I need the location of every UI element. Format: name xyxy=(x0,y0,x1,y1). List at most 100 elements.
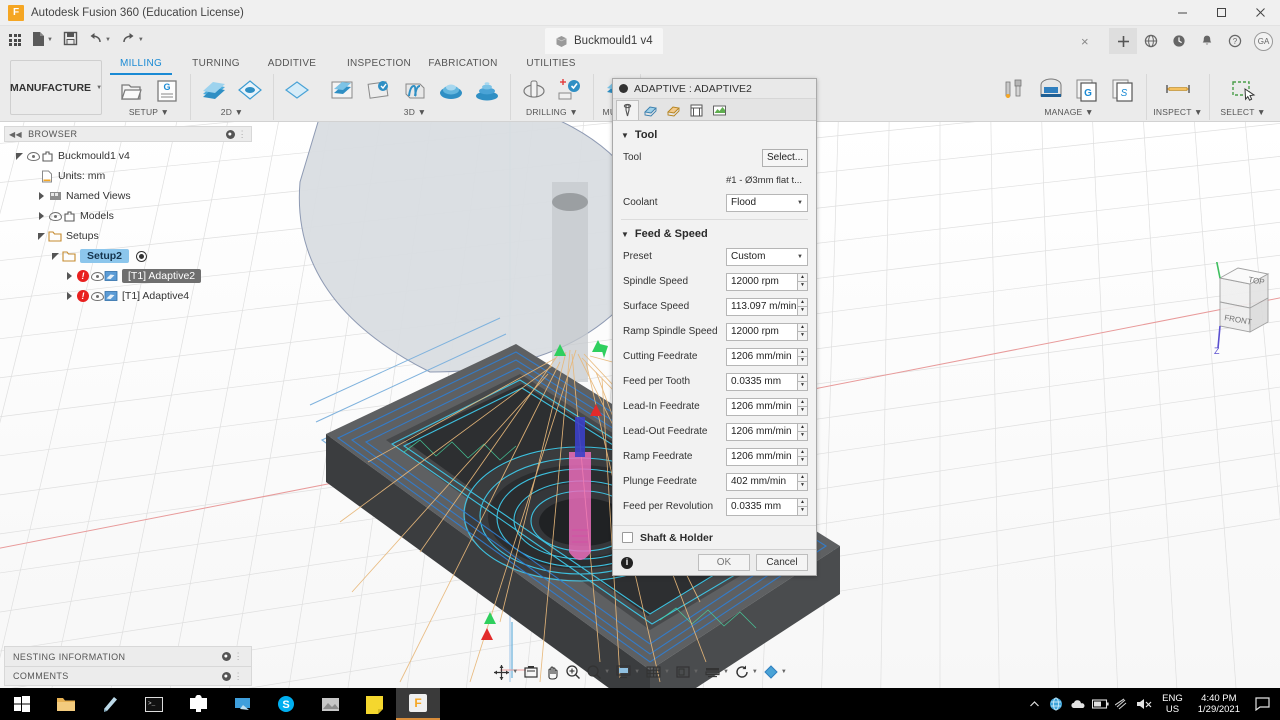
contour-toolpath-button[interactable] xyxy=(362,74,396,106)
tree-item-adaptive2[interactable]: ! [T1] Adaptive2 xyxy=(4,266,252,286)
panel-setup-label[interactable]: SETUP ▼ xyxy=(114,107,184,117)
grid-snaps[interactable]: ▼ xyxy=(643,664,672,680)
document-tab-close-button[interactable]: × xyxy=(1081,34,1089,49)
fusion360-app[interactable]: F xyxy=(396,688,440,720)
clock[interactable]: 4:40 PM 1/29/2021 xyxy=(1190,693,1248,715)
lead-in-feedrate-stepper[interactable]: ▲ ▼ xyxy=(797,397,808,416)
expander-open-icon[interactable] xyxy=(48,252,62,260)
look-at-tool[interactable] xyxy=(521,664,541,680)
feed-per-revolution-field[interactable]: 0.0335 mm xyxy=(726,497,798,516)
ramp-spindle-speed-field[interactable]: 12000 rpm xyxy=(726,322,798,341)
avatar[interactable]: GA xyxy=(1254,31,1273,51)
active-setup-radio[interactable] xyxy=(136,250,148,262)
surface-speed-stepper[interactable]: ▲ ▼ xyxy=(797,297,808,316)
visibility-eye-icon[interactable] xyxy=(26,151,40,161)
panel-settings-icon[interactable]: ● xyxy=(225,129,235,139)
section-header-feed-speed[interactable]: ▼ Feed & Speed xyxy=(613,224,816,244)
clock-icon[interactable] xyxy=(1165,28,1193,54)
file-menu-button[interactable]: ▼ xyxy=(26,26,58,54)
ramp-feedrate-field[interactable]: 1206 mm/min xyxy=(726,447,798,466)
view-cube[interactable]: TOP FRONT Z xyxy=(1178,262,1278,357)
tree-item-units[interactable]: Units: mm xyxy=(4,166,252,186)
cutting-feedrate-stepper[interactable]: ▲ ▼ xyxy=(797,347,808,366)
bore-button[interactable] xyxy=(553,74,587,106)
heights-tab[interactable] xyxy=(662,100,685,120)
question-icon[interactable]: ? xyxy=(1221,28,1249,54)
globe-icon[interactable] xyxy=(1137,28,1165,54)
panel-inspect-label[interactable]: INSPECT ▼ xyxy=(1153,107,1203,117)
action-center-icon[interactable] xyxy=(1248,697,1276,711)
refresh-simulation[interactable]: ▼ xyxy=(732,664,760,680)
pocket-clearing-button[interactable] xyxy=(434,74,468,106)
dialog-menu-icon[interactable] xyxy=(619,84,628,93)
preset-select[interactable]: Custom ▼ xyxy=(726,247,808,266)
viewports[interactable]: ▼ xyxy=(673,664,701,680)
expander-closed-icon[interactable] xyxy=(62,272,76,280)
drill-button[interactable] xyxy=(517,74,551,106)
tree-item-buckmould1[interactable]: Buckmould1 v4 xyxy=(4,146,252,166)
row-shaft-holder[interactable]: Shaft & Holder xyxy=(613,525,816,549)
tab-inspection[interactable]: INSPECTION xyxy=(340,56,418,75)
dialog-title-bar[interactable]: ADAPTIVE : ADAPTIVE2 xyxy=(613,79,816,99)
sticky-notes-app[interactable] xyxy=(88,688,132,720)
panel-select-label[interactable]: SELECT ▼ xyxy=(1216,107,1270,117)
section-header-tool[interactable]: ▼ Tool xyxy=(613,125,816,145)
document-tab[interactable]: Buckmould1 v4 xyxy=(545,28,663,54)
expander-closed-icon[interactable] xyxy=(62,292,76,300)
visibility-eye-icon[interactable] xyxy=(90,291,104,301)
visibility-eye-icon[interactable] xyxy=(48,211,62,221)
expander-closed-icon[interactable] xyxy=(34,212,48,220)
adaptive-clearing-button[interactable] xyxy=(233,74,267,106)
expander-open-icon[interactable] xyxy=(12,152,26,160)
language-indicator[interactable]: ENG US xyxy=(1155,693,1190,715)
panel-3d-label[interactable]: 3D ▼ xyxy=(326,107,504,117)
feed-per-tooth-stepper[interactable]: ▲ ▼ xyxy=(797,372,808,391)
post-library-button[interactable]: G xyxy=(1070,74,1104,106)
battery-icon[interactable] xyxy=(1089,699,1111,709)
minimize-button[interactable] xyxy=(1163,0,1202,26)
visibility-eye-icon[interactable] xyxy=(90,271,104,281)
lead-out-feedrate-stepper[interactable]: ▲ ▼ xyxy=(797,422,808,441)
panel-2d-label[interactable]: 2D ▼ xyxy=(197,107,267,117)
media-app[interactable] xyxy=(220,688,264,720)
setup-button[interactable] xyxy=(114,74,148,106)
wifi-icon[interactable] xyxy=(1111,698,1133,710)
maximize-button[interactable] xyxy=(1202,0,1241,26)
face-toolpath-button[interactable] xyxy=(197,74,231,106)
zoom-tool[interactable] xyxy=(563,664,583,680)
linking-tab[interactable] xyxy=(708,100,731,120)
chevron-up-icon[interactable] xyxy=(1023,699,1045,710)
notes-app[interactable] xyxy=(352,688,396,720)
workspace-selector[interactable]: MANUFACTURE ▼ xyxy=(10,60,102,115)
orbit-tool[interactable]: ▼ xyxy=(491,664,520,681)
tab-turning[interactable]: TURNING xyxy=(180,56,252,75)
shaft-holder-checkbox[interactable] xyxy=(622,532,633,543)
cutting-feedrate-field[interactable]: 1206 mm/min xyxy=(726,347,798,366)
additive-button[interactable] xyxy=(280,74,314,106)
coolant-select[interactable]: Flood ▼ xyxy=(726,193,808,212)
tree-item-setup2[interactable]: Setup2 xyxy=(4,246,252,266)
plunge-feedrate-field[interactable]: 402 mm/min xyxy=(726,472,798,491)
scallop-toolpath-button[interactable] xyxy=(398,74,432,106)
file-explorer[interactable] xyxy=(44,688,88,720)
save-button[interactable] xyxy=(58,26,83,54)
tool-select-button[interactable]: Select... xyxy=(762,148,808,167)
expander-closed-icon[interactable] xyxy=(34,192,48,200)
cancel-button[interactable]: Cancel xyxy=(756,554,808,571)
new-tab-button[interactable] xyxy=(1109,28,1137,54)
geometry-tab[interactable] xyxy=(639,100,662,120)
appearance[interactable]: ▼ xyxy=(761,664,789,680)
photos-app[interactable] xyxy=(308,688,352,720)
cloud-icon[interactable] xyxy=(1067,699,1089,710)
ok-button[interactable]: OK xyxy=(698,554,750,571)
tree-item-adaptive4[interactable]: ! [T1] Adaptive4 xyxy=(4,286,252,306)
tree-item-setups[interactable]: Setups xyxy=(4,226,252,246)
skype-app[interactable]: S xyxy=(264,688,308,720)
tool-library-button[interactable] xyxy=(998,74,1032,106)
zoom-window-tool[interactable]: ▼ xyxy=(584,664,612,680)
tab-fabrication[interactable]: FABRICATION xyxy=(422,56,504,75)
tab-utilities[interactable]: UTILITIES xyxy=(518,56,584,75)
panel-grip[interactable]: ⋮ xyxy=(238,129,247,140)
feed-per-revolution-stepper[interactable]: ▲ ▼ xyxy=(797,497,808,516)
display-settings[interactable]: ▼ xyxy=(613,664,642,680)
